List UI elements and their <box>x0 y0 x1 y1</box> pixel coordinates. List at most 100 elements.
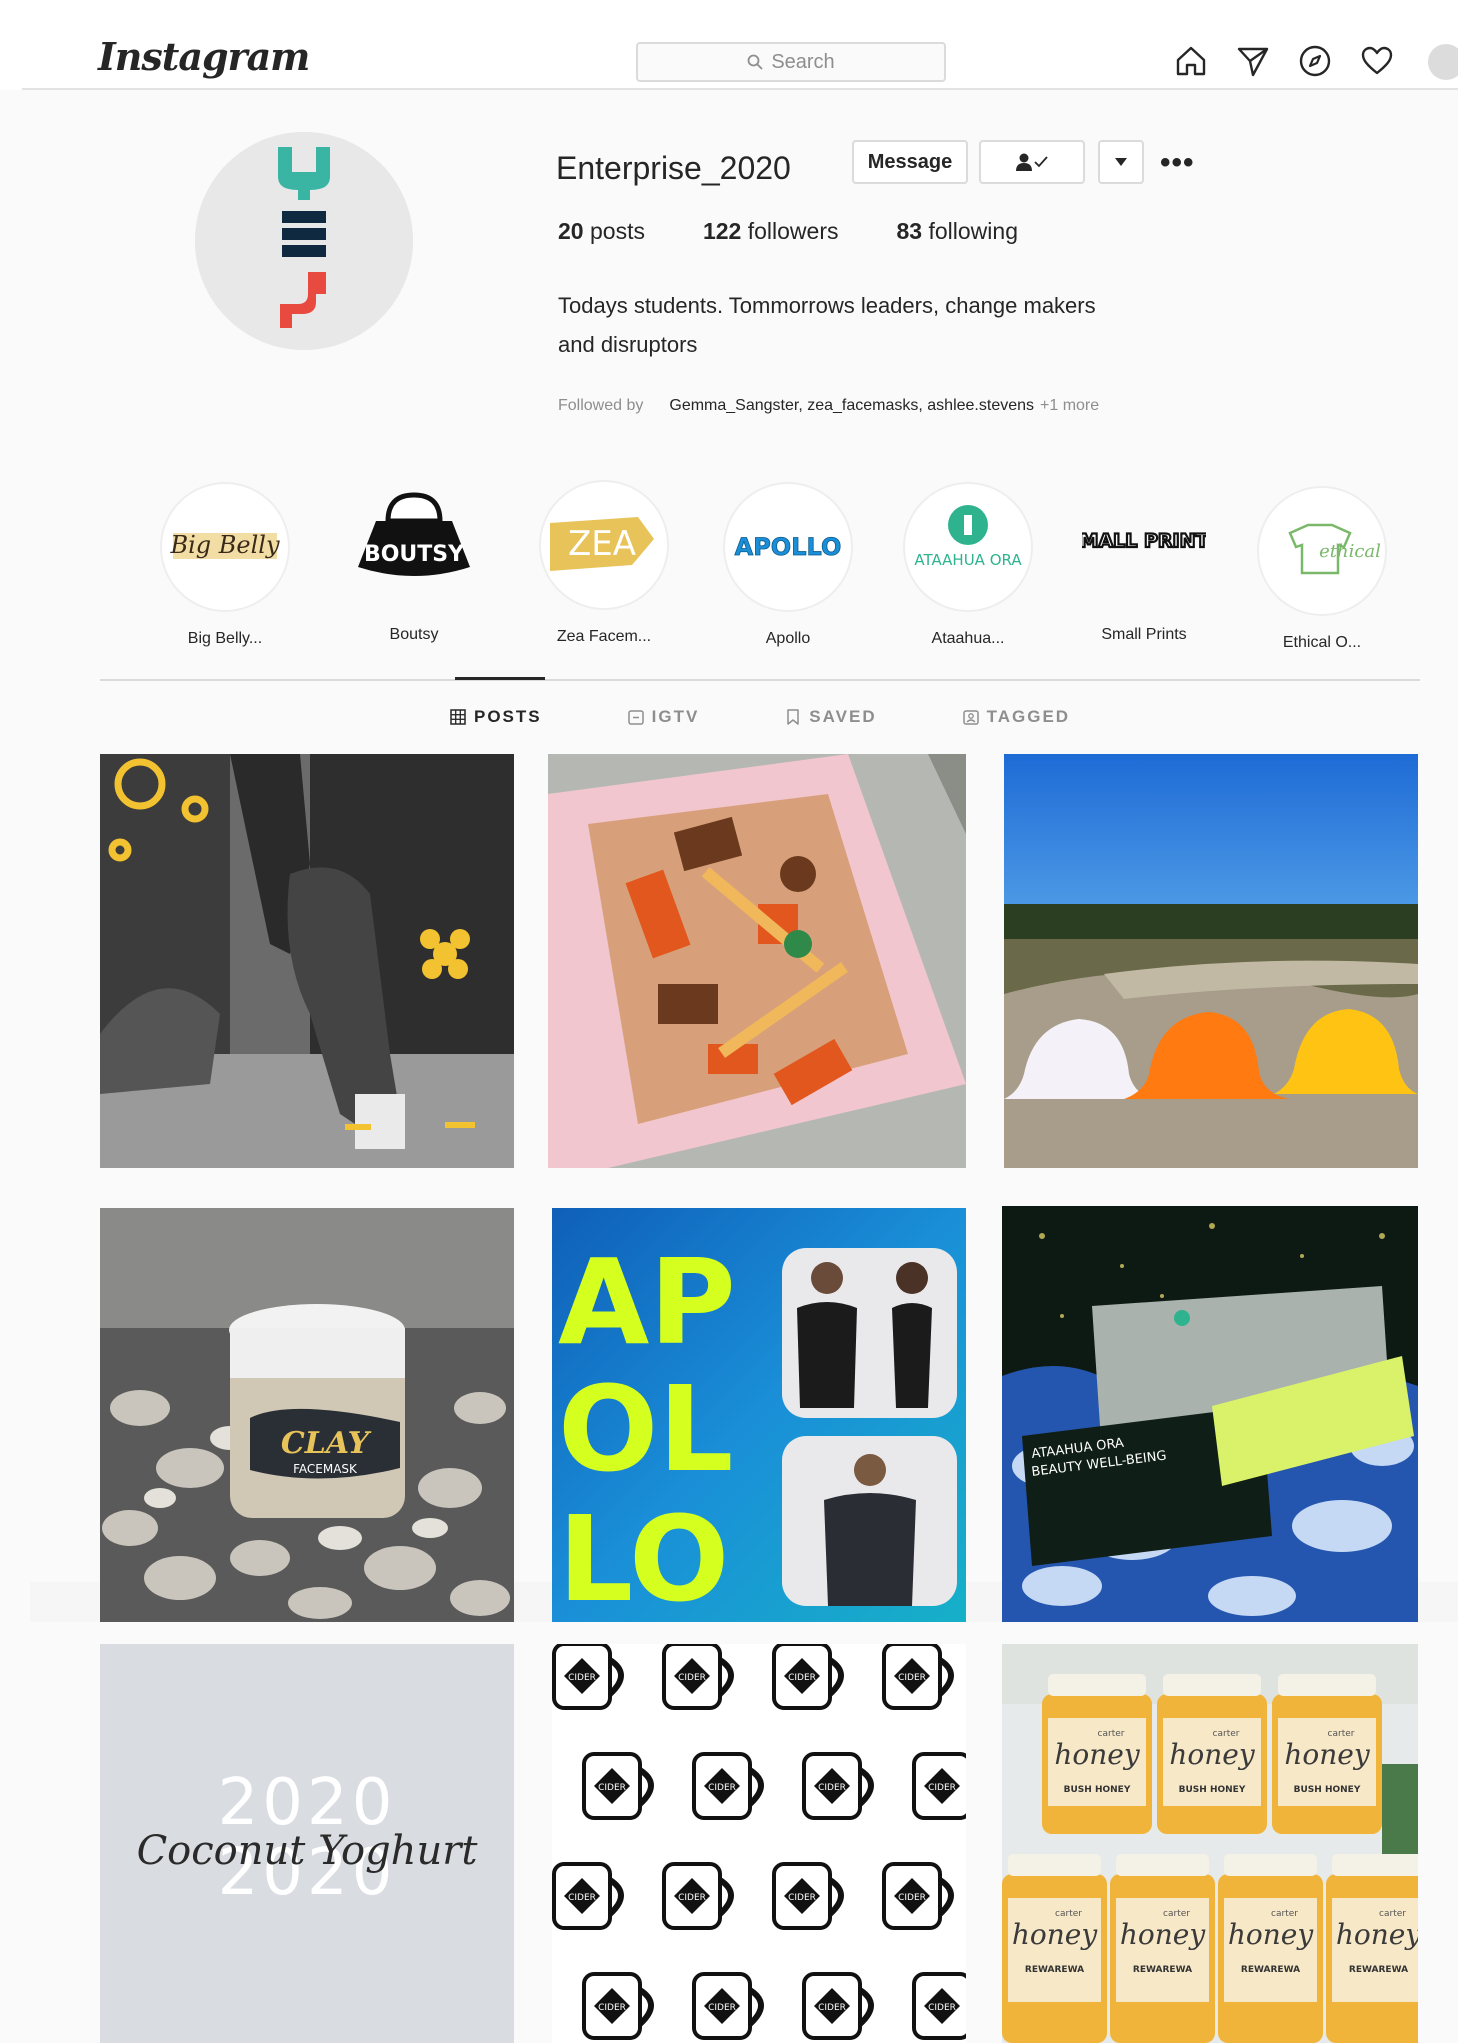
post-image <box>548 754 966 1168</box>
explore-icon[interactable] <box>1296 42 1334 80</box>
honey-jar-label: BUSH HONEY <box>1064 1785 1131 1795</box>
followers-stat[interactable]: 122 followers <box>703 218 839 245</box>
tab-label: TAGGED <box>986 707 1071 726</box>
cider-can-icon: CIDER <box>662 1644 734 1710</box>
home-icon[interactable] <box>1172 42 1210 80</box>
post-text: FACEMASK <box>293 1462 358 1476</box>
tab-posts[interactable]: POSTS <box>450 707 542 727</box>
message-button[interactable]: Message <box>852 140 968 184</box>
post-ataahua-ora[interactable]: ATAAHUA ORA BEAUTY WELL-BEING <box>1002 1206 1418 1622</box>
posts-label: posts <box>589 218 645 244</box>
post-image: 2020 2020 Coconut Yoghurt <box>100 1644 514 2043</box>
cider-can-label: CIDER <box>818 2003 846 2013</box>
tab-label: SAVED <box>809 707 877 726</box>
following-status-button[interactable] <box>979 140 1085 184</box>
highlight-label: Boutsy <box>389 626 439 643</box>
tagged-icon <box>962 710 979 725</box>
post-bucket-hats[interactable] <box>1004 754 1418 1168</box>
honey-jar-maker: carter <box>1055 1909 1082 1919</box>
tab-saved[interactable]: SAVED <box>785 707 876 727</box>
cider-can-label: CIDER <box>568 1673 596 1683</box>
cider-can-icon: CIDER <box>882 1862 954 1930</box>
search-input[interactable]: Search <box>636 42 946 82</box>
post-carter-honey[interactable]: honey carter BUSH HONEY honey carter BUSH HON… <box>1002 1644 1418 2043</box>
bookmark-icon <box>787 709 800 725</box>
followed-by-label: Followed by <box>558 397 644 414</box>
following-label: following <box>928 218 1018 244</box>
bio-line-1: Todays students. Tommorrows leaders, cha… <box>558 293 1096 318</box>
instagram-logo[interactable]: Instagram <box>98 34 310 79</box>
followed-by-names: Gemma_Sangster, zea_facemasks, ashlee.st… <box>669 397 1035 414</box>
highlight-cover: SMALL PRINTS <box>1079 478 1209 608</box>
highlight-cover: ATAAHUA ORA <box>903 482 1033 612</box>
cider-can-icon: CIDER <box>912 1752 966 1820</box>
search-placeholder: Search <box>771 50 835 73</box>
highlight-cover: APOLLO <box>723 482 853 612</box>
highlight-zea[interactable]: ZEA Zea Facem... <box>534 480 674 646</box>
post-clay-facemask[interactable]: CLAY FACEMASK <box>100 1208 514 1622</box>
honey-jar-maker: carter <box>1328 1729 1355 1739</box>
followed-by[interactable]: Followed by Gemma_Sangster, zea_facemasks… <box>558 397 1099 415</box>
highlight-ataahua[interactable]: ATAAHUA ORA Ataahua... <box>898 482 1038 648</box>
cider-can-label: CIDER <box>928 2003 956 2013</box>
post-chocolate-box[interactable] <box>548 754 966 1168</box>
zea-logo-icon: ZEA <box>550 517 654 571</box>
highlight-ethical[interactable]: ethical Ethical O... <box>1252 486 1392 652</box>
cider-can-label: CIDER <box>678 1673 706 1683</box>
tab-label: IGTV <box>651 707 700 726</box>
highlight-apollo[interactable]: APOLLO Apollo <box>718 482 858 648</box>
suggestions-dropdown-button[interactable] <box>1098 140 1144 184</box>
cider-can-label: CIDER <box>598 1783 626 1793</box>
highlight-boutsy[interactable]: BOUTSY Boutsy <box>344 478 484 644</box>
cider-can-icon: CIDER <box>662 1862 734 1930</box>
honey-jar-brand: honey <box>1228 1918 1314 1951</box>
post-image: AP OL LO <box>552 1208 966 1622</box>
highlight-big-belly[interactable]: Big Belly Big Belly... <box>155 482 295 648</box>
post-ballet-pointe[interactable] <box>100 754 514 1168</box>
tab-igtv[interactable]: IGTV <box>627 707 700 727</box>
top-navigation-bar: Instagram Search <box>0 0 1458 90</box>
honey-jar-label: REWAREWA <box>1025 1965 1084 1975</box>
more-options-button[interactable]: ••• <box>1160 146 1195 180</box>
honey-jar-label: REWAREWA <box>1349 1965 1408 1975</box>
post-text: OL <box>558 1360 734 1498</box>
highlight-small-prints[interactable]: SMALL PRINTS Small Prints <box>1074 478 1214 644</box>
profile-bio: Todays students. Tommorrows leaders, cha… <box>558 286 1158 364</box>
cider-can-icon: CIDER <box>802 1752 874 1820</box>
cider-can-label: CIDER <box>678 1893 706 1903</box>
highlight-logo-text: APOLLO <box>735 533 842 561</box>
honey-jar-brand: honey <box>1284 1738 1370 1771</box>
honey-jar-brand: honey <box>1169 1738 1255 1771</box>
small-prints-logo-icon: SMALL PRINTS <box>1082 529 1206 553</box>
cider-can-icon: CIDER <box>582 1752 654 1820</box>
honey-jar-brand: honey <box>1054 1738 1140 1771</box>
highlight-label: Big Belly... <box>187 630 263 647</box>
post-coconut-yoghurt[interactable]: 2020 2020 Coconut Yoghurt <box>100 1644 514 2043</box>
honey-jar: honeycarter REWAREWA <box>1218 1854 1323 2043</box>
honey-jar-label: REWAREWA <box>1133 1965 1192 1975</box>
post-cider-pattern[interactable]: CIDER CIDER CIDER CIDER CIDER CIDER CIDER CIDER… <box>552 1644 966 2043</box>
caret-down-icon <box>1115 158 1127 166</box>
cider-can-label: CIDER <box>568 1893 596 1903</box>
cider-can-label: CIDER <box>788 1673 816 1683</box>
highlight-label: Apollo <box>765 630 811 647</box>
cider-can-icon: CIDER <box>552 1862 624 1930</box>
profile-avatar[interactable] <box>1428 44 1458 80</box>
highlight-label: Zea Facem... <box>556 628 652 645</box>
bio-line-2: and disruptors <box>558 332 698 357</box>
post-image: CLAY FACEMASK <box>100 1208 514 1622</box>
honey-jar-maker: carter <box>1271 1909 1298 1919</box>
apollo-logo-icon: APOLLO <box>734 533 842 562</box>
profile-username: Enterprise_2020 <box>556 150 791 186</box>
honey-jar-label: REWAREWA <box>1241 1965 1300 1975</box>
activity-heart-icon[interactable] <box>1358 42 1396 80</box>
direct-icon[interactable] <box>1234 42 1272 80</box>
cider-can-label: CIDER <box>818 1783 846 1793</box>
big-belly-logo-icon: Big Belly <box>169 531 280 559</box>
top-navigation-inner: Instagram Search <box>22 12 1458 90</box>
following-stat[interactable]: 83 following <box>897 218 1018 245</box>
profile-picture[interactable] <box>195 132 413 350</box>
post-text: Coconut Yoghurt <box>137 1828 479 1874</box>
tab-tagged[interactable]: TAGGED <box>962 707 1071 727</box>
post-apollo[interactable]: AP OL LO <box>552 1208 966 1622</box>
